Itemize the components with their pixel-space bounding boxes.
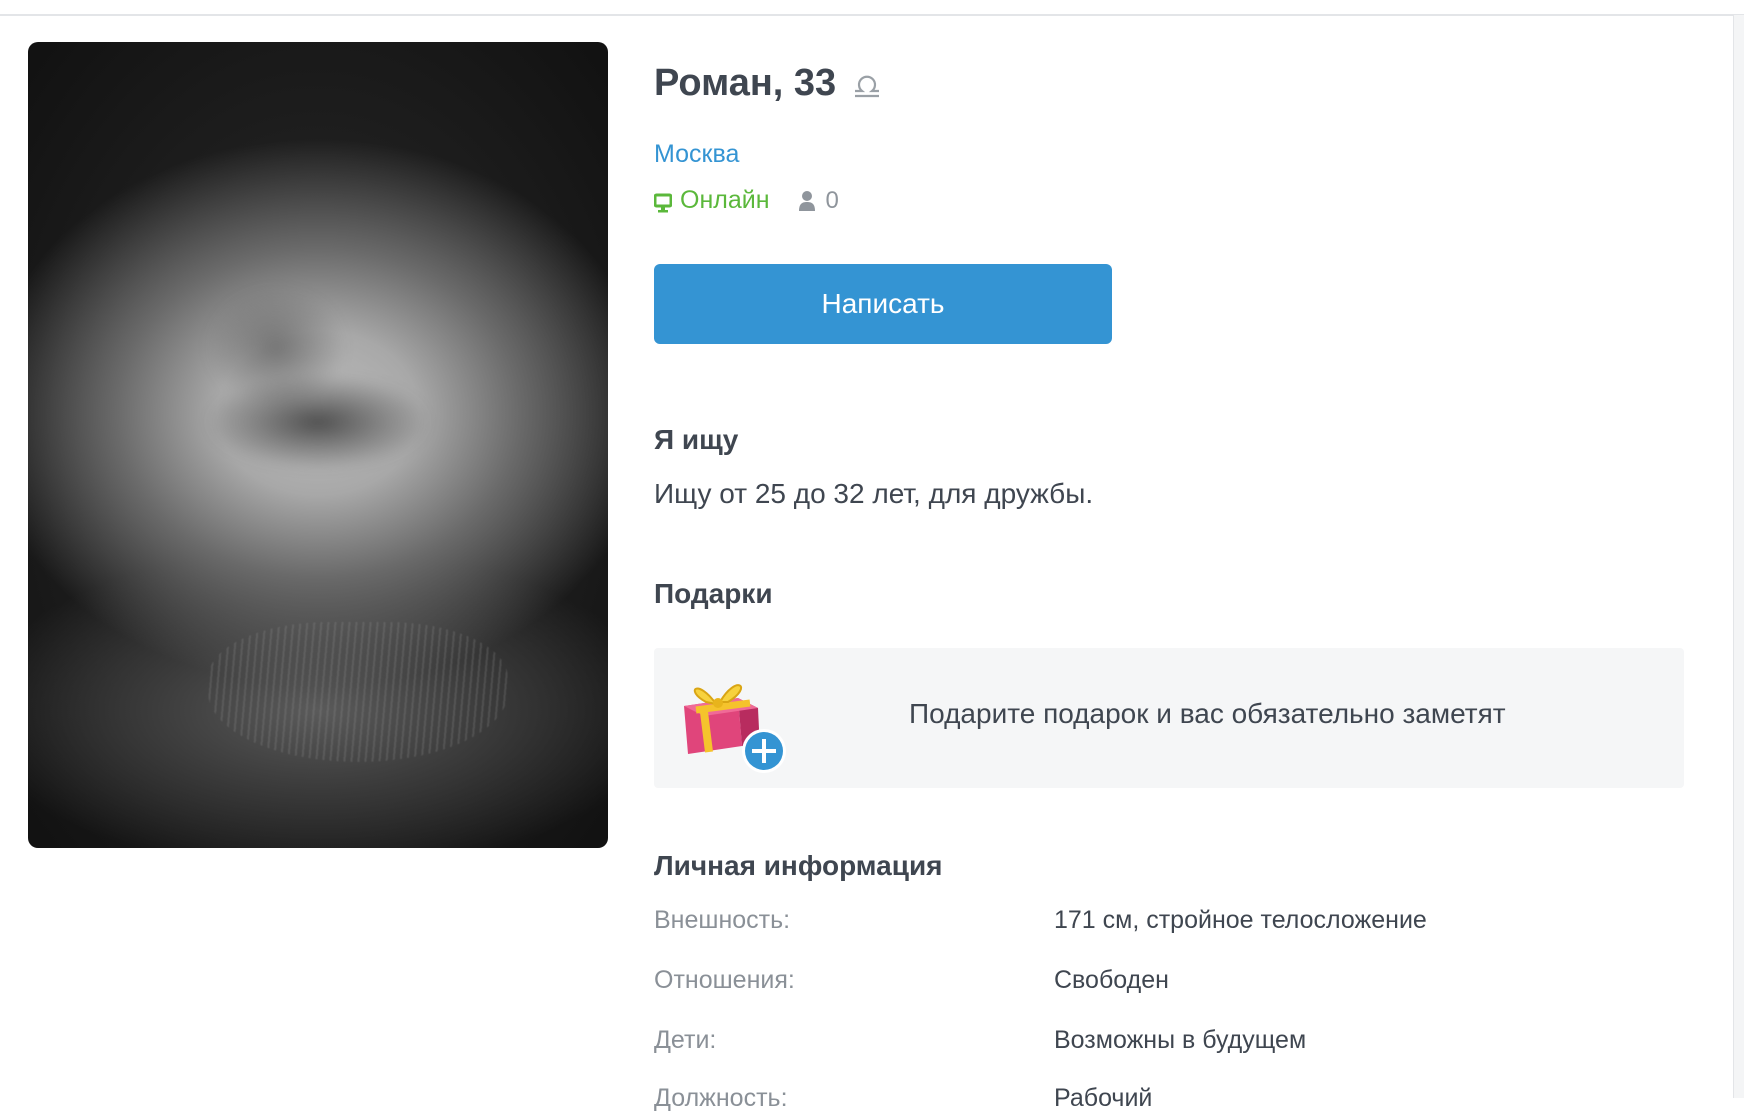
blurred-face bbox=[178, 242, 458, 542]
info-label: Дети: bbox=[654, 1026, 717, 1054]
looking-text: Ищу от 25 до 32 лет, для дружбы. bbox=[654, 478, 1094, 509]
online-status: Онлайн bbox=[680, 186, 770, 214]
person-icon bbox=[798, 190, 816, 212]
info-value: 171 см, стройное телосложение bbox=[1054, 906, 1427, 934]
gifts-title: Подарки bbox=[654, 578, 773, 609]
write-message-button[interactable]: Написать bbox=[654, 264, 1112, 344]
scrollbar[interactable] bbox=[1733, 15, 1744, 1098]
info-label: Отношения: bbox=[654, 966, 795, 994]
info-label: Должность: bbox=[654, 1084, 788, 1112]
info-value: Свободен bbox=[1054, 966, 1169, 994]
visitors-counter: 0 bbox=[798, 187, 839, 215]
info-value: Рабочий bbox=[1054, 1084, 1153, 1112]
info-label: Внешность: bbox=[654, 906, 791, 934]
photo-beard bbox=[208, 622, 508, 762]
profile-header: Роман, 33 bbox=[654, 62, 884, 105]
status-row: Онлайн 0 bbox=[653, 186, 839, 215]
profile-name-age: Роман, 33 bbox=[654, 62, 837, 104]
visitors-count: 0 bbox=[825, 186, 839, 214]
gift-add-icon[interactable] bbox=[676, 668, 786, 776]
send-gift-panel[interactable]: Подарите подарок и вас обязательно замет… bbox=[654, 648, 1684, 788]
libra-icon bbox=[850, 67, 884, 101]
personal-info-title: Личная информация bbox=[654, 850, 943, 881]
city-link[interactable]: Москва bbox=[654, 140, 739, 169]
info-value: Возможны в будущем bbox=[1054, 1026, 1307, 1054]
monitor-icon bbox=[653, 191, 673, 212]
top-border bbox=[0, 0, 1744, 16]
profile-photo[interactable] bbox=[28, 42, 608, 848]
looking-title: Я ищу bbox=[654, 424, 739, 455]
gift-prompt: Подарите подарок и вас обязательно замет… bbox=[909, 698, 1506, 729]
